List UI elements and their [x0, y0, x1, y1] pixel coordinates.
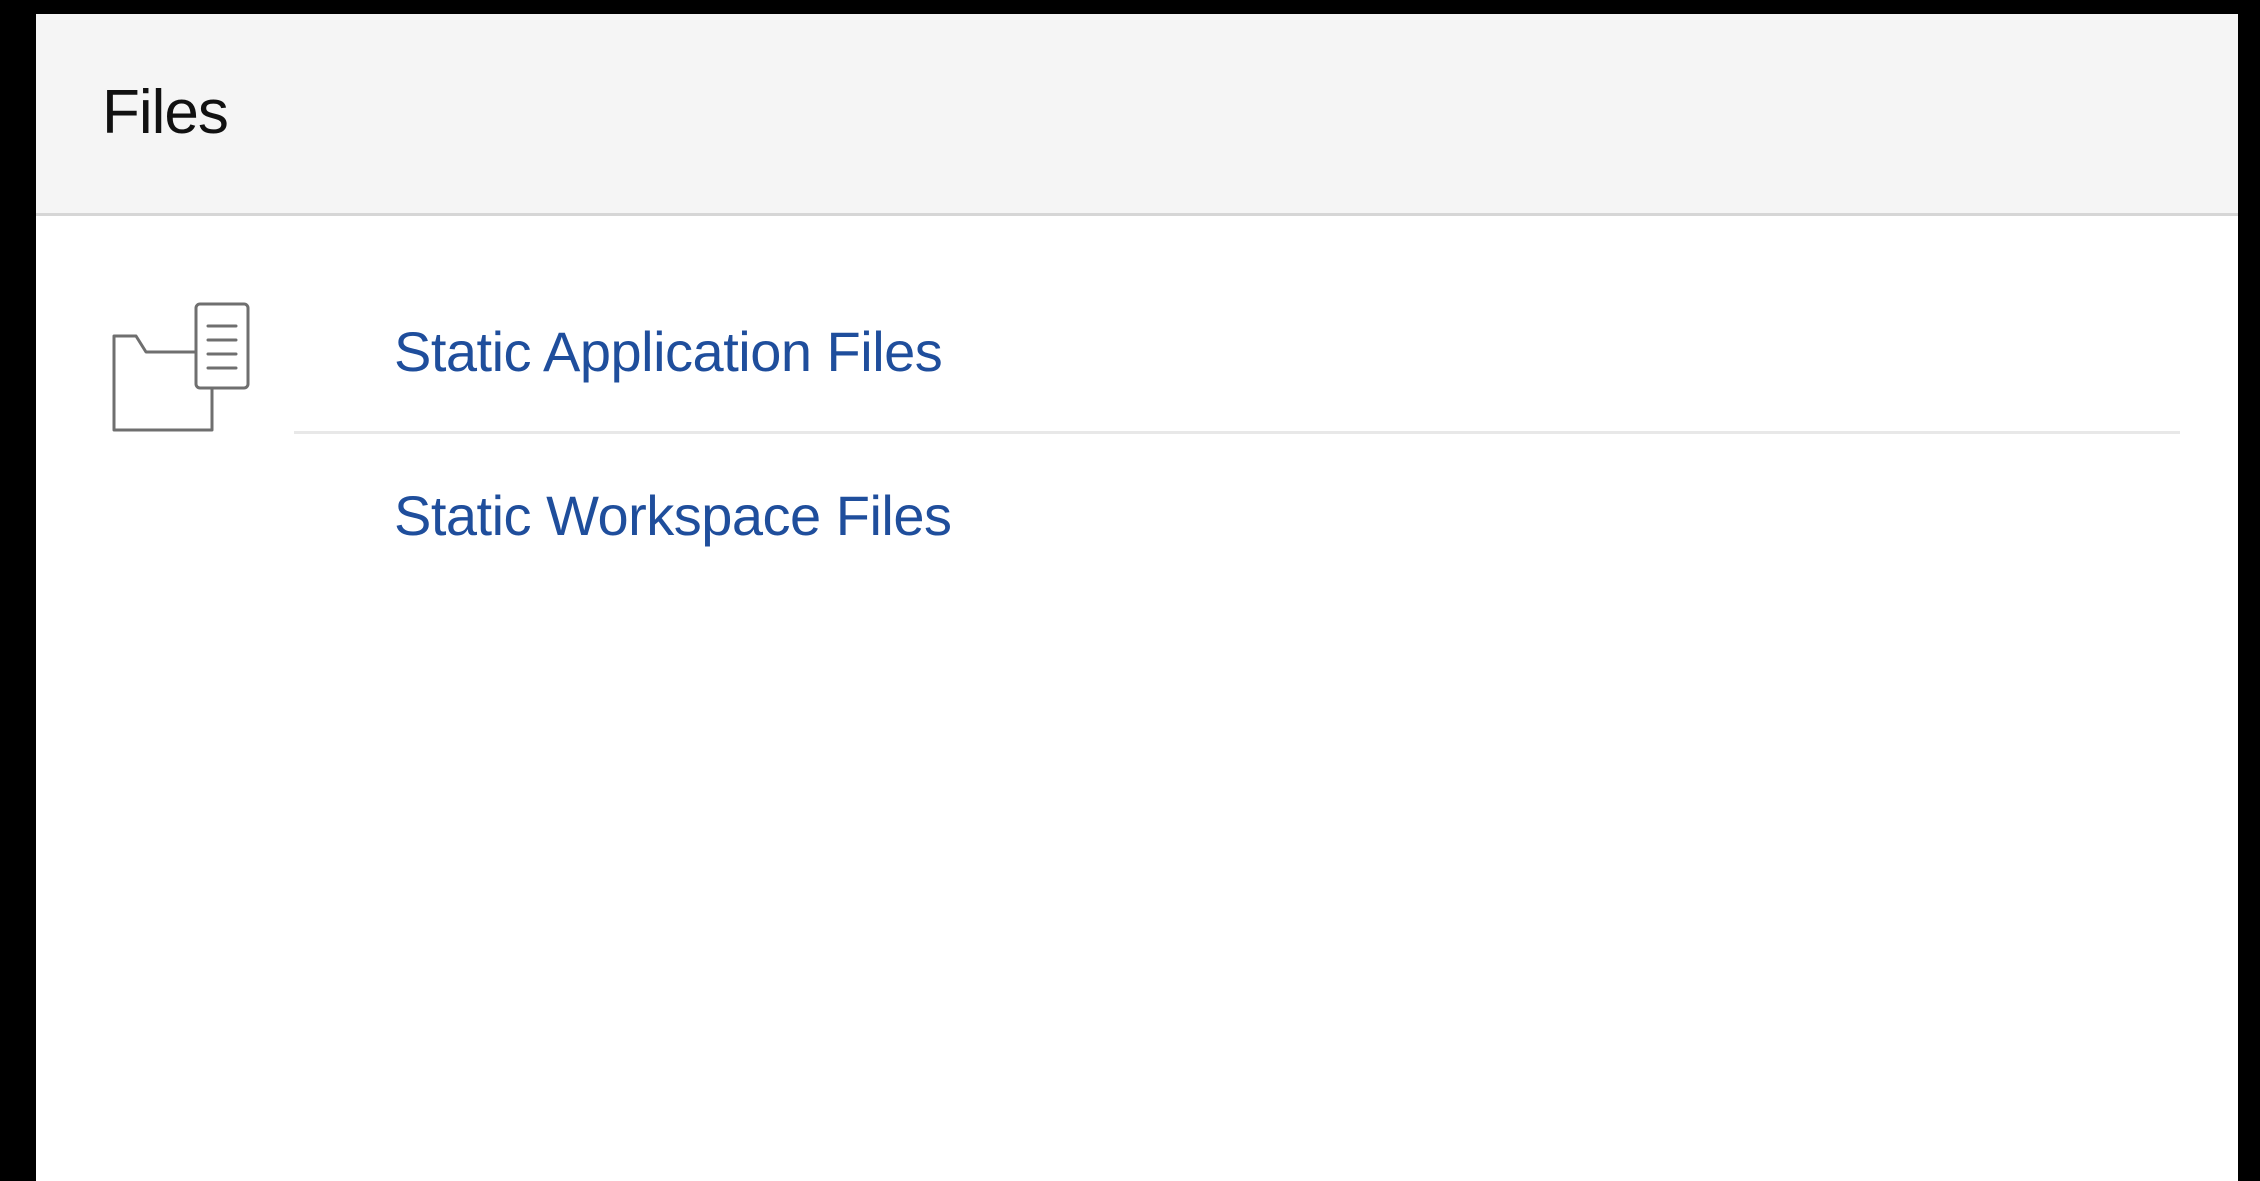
- panel-title: Files: [102, 78, 229, 147]
- list-item: Static Application Files: [294, 272, 2180, 434]
- files-link-list: Static Application Files Static Workspac…: [294, 272, 2180, 596]
- static-application-files-link[interactable]: Static Application Files: [394, 319, 943, 384]
- list-item: Static Workspace Files: [294, 434, 2180, 596]
- panel-header: Files: [36, 14, 2238, 216]
- static-workspace-files-link[interactable]: Static Workspace Files: [394, 483, 952, 548]
- files-panel: Files Static Application Files Static Wo…: [36, 14, 2238, 1181]
- files-folder-icon: [108, 298, 254, 436]
